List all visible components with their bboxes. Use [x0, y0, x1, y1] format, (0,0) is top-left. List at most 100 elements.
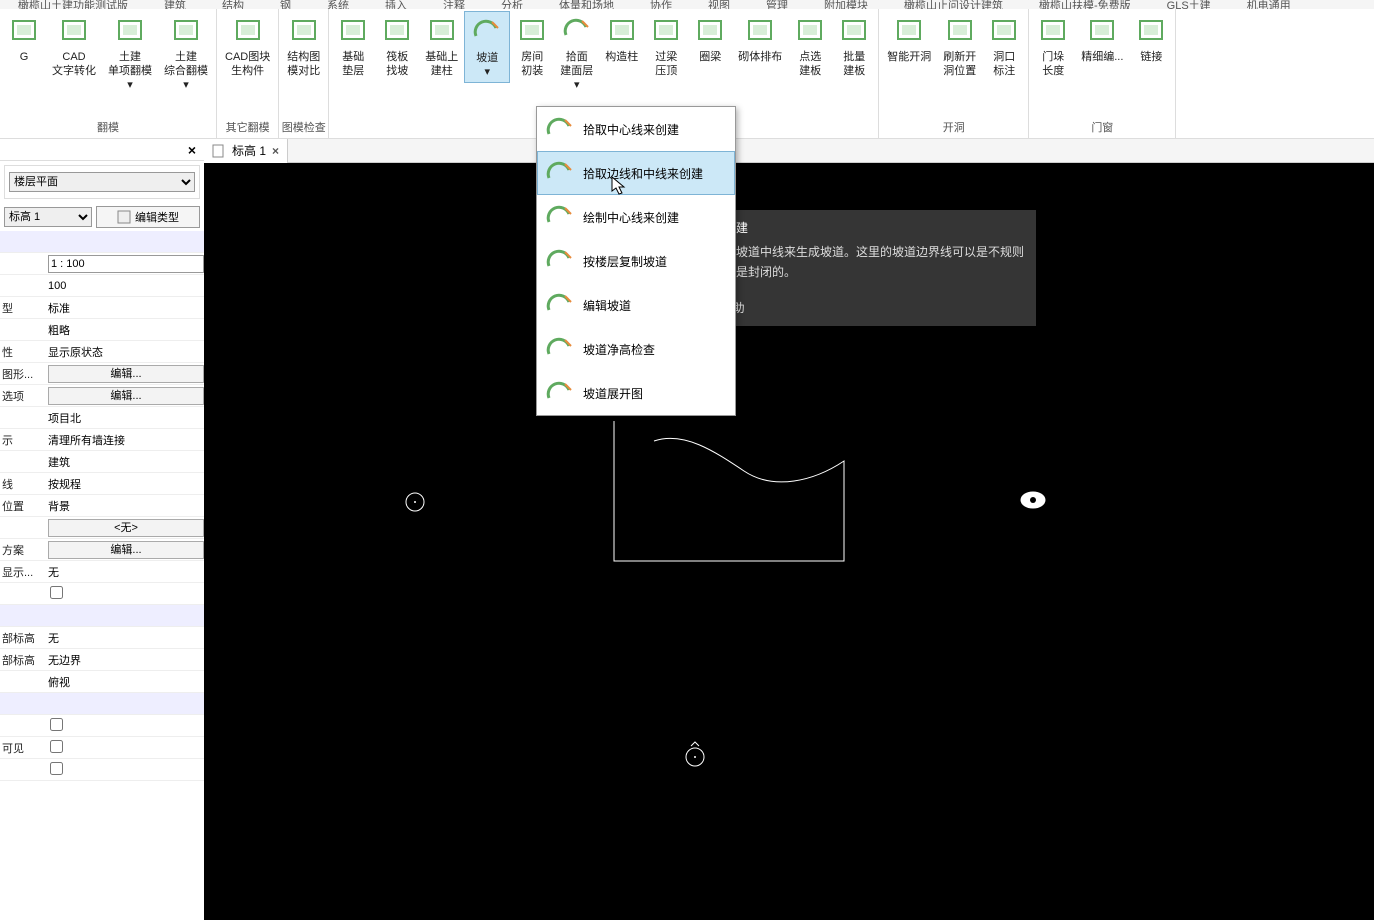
ribbon-point-slab[interactable]: 点选 建板 — [788, 11, 832, 81]
prop-label: 部标高 — [0, 652, 44, 668]
type-selector[interactable]: 楼层平面 — [9, 172, 195, 192]
edit-type-button[interactable]: 编辑类型 — [96, 206, 200, 228]
dropdown-label: 坡道展开图 — [583, 385, 643, 402]
ribbon-label: 精细编... — [1081, 50, 1123, 64]
view-tab-label: 标高 1 — [232, 142, 266, 159]
dropdown-label: 编辑坡道 — [583, 297, 631, 314]
view-tabs: 标高 1 × — [204, 139, 1374, 163]
ribbon-label: 智能开洞 — [887, 50, 931, 64]
prop-value[interactable]: 建筑 — [44, 454, 204, 470]
prop-value[interactable]: 粗略 — [44, 322, 204, 338]
door-len-icon — [1038, 17, 1068, 43]
ribbon-batch-slab[interactable]: 批量 建板 — [832, 11, 876, 81]
dropdown-item[interactable]: 编辑坡道 — [537, 283, 735, 327]
dropdown-item[interactable]: 按楼层复制坡道 — [537, 239, 735, 283]
prop-value[interactable]: 按规程 — [44, 476, 204, 492]
prop-input[interactable] — [48, 255, 204, 273]
dropdown-label: 绘制中心线来创建 — [583, 209, 679, 226]
prop-value: 编辑... — [44, 365, 204, 383]
dropdown-item[interactable]: 坡道展开图 — [537, 371, 735, 415]
ribbon-column[interactable]: 构造柱 — [599, 11, 644, 67]
dropdown-item[interactable]: 拾取中心线来创建 — [537, 107, 735, 151]
prop-row: 线按规程 — [0, 473, 204, 495]
ribbon-label: 批量 建板 — [843, 50, 865, 78]
prop-checkbox[interactable] — [50, 718, 63, 731]
ribbon-label: G — [20, 50, 29, 64]
prop-label: 性 — [0, 344, 44, 360]
instance-selector[interactable]: 标高 1 — [4, 207, 92, 227]
edit-ramp-icon — [545, 292, 573, 318]
prop-edit-button[interactable]: 编辑... — [48, 541, 204, 559]
ribbon-link[interactable]: 链接 — [1129, 11, 1173, 67]
pick-layer-icon — [562, 17, 592, 43]
ribbon-cad-text[interactable]: CAD 文字转化 — [46, 11, 102, 81]
prop-value[interactable]: 100 — [44, 280, 204, 292]
prop-value[interactable]: 背景 — [44, 498, 204, 514]
ribbon-beam-top[interactable]: 过梁 压顶 — [644, 11, 688, 81]
prop-row: 100 — [0, 275, 204, 297]
link-icon — [1136, 17, 1166, 43]
dropdown-item[interactable]: 绘制中心线来创建 — [537, 195, 735, 239]
prop-value: 编辑... — [44, 387, 204, 405]
prop-edit-button[interactable]: <无> — [48, 519, 204, 537]
copy-floor-ramp-icon — [545, 248, 573, 274]
dropdown-item[interactable]: 坡道净高检查 — [537, 327, 735, 371]
ribbon-label: 坡道 ▾ — [476, 51, 498, 79]
ribbon-pick-layer[interactable]: 拾面 建面层 ▾ — [554, 11, 599, 95]
prop-row: 部标高无 — [0, 627, 204, 649]
prop-label: 选项 — [0, 388, 44, 404]
prop-value[interactable]: 显示原状态 — [44, 344, 204, 360]
dropdown-label: 拾取边线和中线来创建 — [583, 165, 703, 182]
prop-row: 性显示原状态 — [0, 341, 204, 363]
foundation-pad-icon — [338, 17, 368, 43]
ribbon-tujian-single[interactable]: 土建 单项翻模 ▾ — [102, 11, 158, 95]
ribbon-refresh-open[interactable]: 刷新开 洞位置 — [937, 11, 982, 81]
prop-value[interactable]: 俯视 — [44, 674, 204, 690]
dropdown-item[interactable]: 拾取边线和中线来创建 — [537, 151, 735, 195]
prop-value[interactable]: 无 — [44, 630, 204, 646]
prop-checkbox[interactable] — [50, 586, 63, 599]
ring-beam-icon — [695, 17, 725, 43]
prop-checkbox[interactable] — [50, 762, 63, 775]
ribbon-smart-open[interactable]: 智能开洞 — [881, 11, 937, 67]
prop-value[interactable]: 清理所有墙连接 — [44, 432, 204, 448]
ribbon-foundation-pad[interactable]: 基础 垫层 — [331, 11, 375, 81]
cad-block-icon — [233, 17, 263, 43]
ribbon-rvt[interactable]: G — [2, 11, 46, 67]
ribbon-raft-slope[interactable]: 筏板 找坡 — [375, 11, 419, 81]
prop-checkbox[interactable] — [50, 740, 63, 753]
view-tab[interactable]: 标高 1 × — [204, 139, 288, 163]
ribbon-door-len[interactable]: 门垛 长度 — [1031, 11, 1075, 81]
refresh-open-icon — [945, 17, 975, 43]
beam-top-icon — [651, 17, 681, 43]
prop-row — [0, 231, 204, 253]
prop-value — [44, 718, 204, 734]
ribbon-ramp[interactable]: 坡道 ▾ — [464, 11, 510, 83]
ribbon-foundation-col[interactable]: 基础上 建柱 — [419, 11, 464, 81]
prop-value[interactable]: 项目北 — [44, 410, 204, 426]
prop-value[interactable]: 标准 — [44, 300, 204, 316]
prop-value[interactable]: 无边界 — [44, 652, 204, 668]
ribbon-fine-edit[interactable]: 精细编... — [1075, 11, 1129, 67]
prop-value: <无> — [44, 519, 204, 537]
view-marker-bottom — [682, 741, 708, 769]
ribbon-ring-beam[interactable]: 圈梁 — [688, 11, 732, 67]
ribbon-cad-block[interactable]: CAD图块 生构件 — [219, 11, 276, 81]
ribbon-room-init[interactable]: 房间 初装 — [510, 11, 554, 81]
fine-edit-icon — [1087, 17, 1117, 43]
prop-row: 选项编辑... — [0, 385, 204, 407]
tab-close-icon[interactable]: × — [272, 144, 279, 158]
dropdown-label: 坡道净高检查 — [583, 341, 655, 358]
ribbon-label: 拾面 建面层 ▾ — [560, 50, 593, 92]
panel-close-icon[interactable]: × — [184, 142, 200, 158]
prop-label: 显示... — [0, 564, 44, 580]
ribbon-label: CAD图块 生构件 — [225, 50, 270, 78]
prop-edit-button[interactable]: 编辑... — [48, 387, 204, 405]
ribbon-tujian-combo[interactable]: 土建 综合翻模 ▾ — [158, 11, 214, 95]
prop-value[interactable]: 无 — [44, 564, 204, 580]
prop-row: 部标高无边界 — [0, 649, 204, 671]
ribbon-brick-layout[interactable]: 砌体排布 — [732, 11, 788, 67]
prop-edit-button[interactable]: 编辑... — [48, 365, 204, 383]
ribbon-struct-compare[interactable]: 结构图 模对比 — [281, 11, 326, 81]
ribbon-hole-note[interactable]: 洞口 标注 — [982, 11, 1026, 81]
